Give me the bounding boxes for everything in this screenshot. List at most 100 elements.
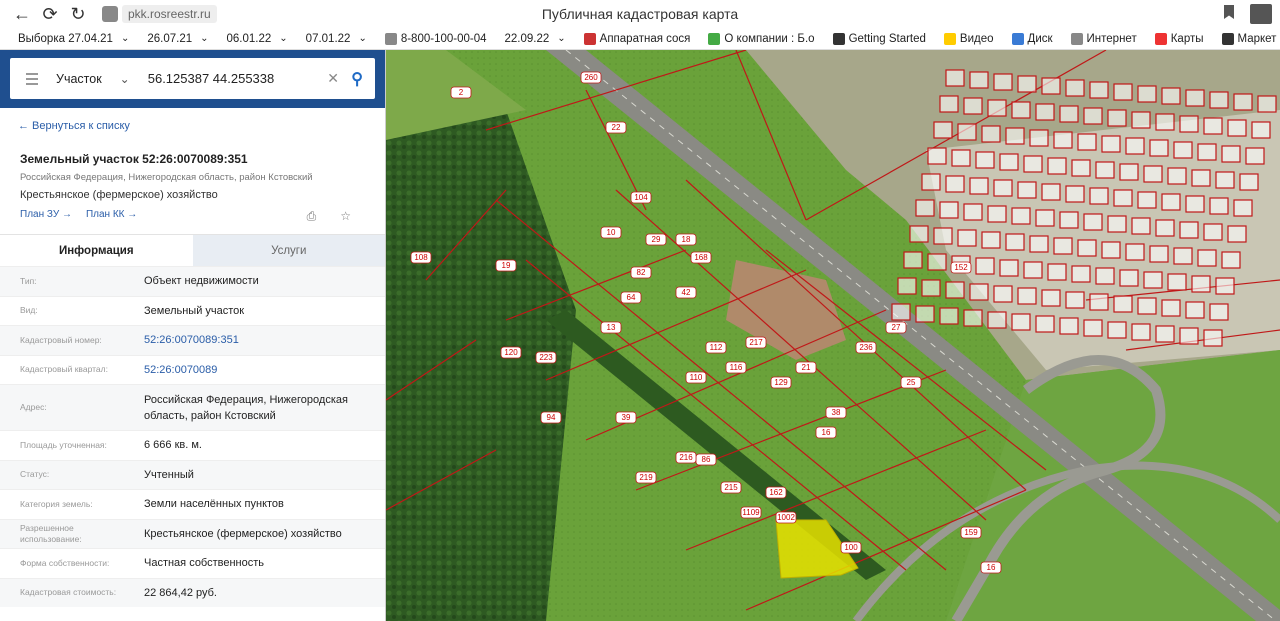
chevron-down-icon[interactable]: ⌄	[120, 72, 130, 86]
village-plot[interactable]	[1071, 265, 1091, 283]
village-plot[interactable]	[1131, 217, 1151, 235]
village-plot[interactable]	[993, 285, 1013, 303]
village-plot[interactable]	[1011, 207, 1031, 225]
tab-information[interactable]: Информация	[0, 235, 193, 266]
village-plot[interactable]	[1101, 135, 1121, 153]
detail-link[interactable]: 52:26:0070089:351	[124, 332, 385, 348]
village-plot[interactable]	[1215, 277, 1235, 295]
village-plot[interactable]	[927, 147, 947, 165]
village-plot[interactable]	[1155, 219, 1175, 237]
bookmark-item[interactable]: Видео	[943, 32, 994, 45]
detail-link[interactable]: 52:26:0070089	[124, 362, 385, 378]
bookmark-item[interactable]: Карты	[1154, 32, 1204, 45]
village-plot[interactable]	[1005, 233, 1025, 251]
village-plot[interactable]	[1089, 293, 1109, 311]
village-plot[interactable]	[891, 303, 911, 321]
village-plot[interactable]	[1221, 145, 1241, 163]
village-plot[interactable]	[1083, 107, 1103, 125]
village-plot[interactable]	[981, 125, 1001, 143]
village-plot[interactable]	[1023, 261, 1043, 279]
village-plot[interactable]	[1197, 249, 1217, 267]
village-plot[interactable]	[1113, 295, 1133, 313]
village-plot[interactable]	[1017, 75, 1037, 93]
village-plot[interactable]	[1197, 143, 1217, 161]
village-plot[interactable]	[1161, 299, 1181, 317]
village-plot[interactable]	[1215, 171, 1235, 189]
village-plot[interactable]	[1131, 111, 1151, 129]
bookmark-item[interactable]: Диск	[1011, 32, 1053, 45]
search-type-select[interactable]: Участок	[56, 72, 102, 86]
village-plot[interactable]	[981, 231, 1001, 249]
village-plot[interactable]	[1161, 193, 1181, 211]
village-plot[interactable]	[1119, 269, 1139, 287]
village-plot[interactable]	[1233, 93, 1253, 111]
village-plot[interactable]	[1101, 241, 1121, 259]
village-plot[interactable]	[1173, 141, 1193, 159]
bookmark-item[interactable]: 26.07.21 ⌄	[147, 33, 208, 45]
village-plot[interactable]	[1209, 197, 1229, 215]
village-plot[interactable]	[1143, 271, 1163, 289]
village-plot[interactable]	[1179, 221, 1199, 239]
village-plot[interactable]	[1089, 187, 1109, 205]
village-plot[interactable]	[1107, 321, 1127, 339]
village-plot[interactable]	[1179, 327, 1199, 345]
print-icon[interactable]: ⎙	[307, 209, 317, 224]
tab-services[interactable]: Услуги	[192, 235, 385, 266]
village-plot[interactable]	[1203, 329, 1223, 347]
village-plot[interactable]	[1059, 317, 1079, 335]
village-plot[interactable]	[1065, 79, 1085, 97]
plan-zu-link[interactable]: План ЗУ →	[20, 209, 72, 220]
village-plot[interactable]	[909, 225, 929, 243]
village-plot[interactable]	[987, 311, 1007, 329]
village-plot[interactable]	[933, 227, 953, 245]
village-plot[interactable]	[1083, 213, 1103, 231]
village-plot[interactable]	[1155, 113, 1175, 131]
village-plot[interactable]	[1203, 223, 1223, 241]
village-plot[interactable]	[1179, 115, 1199, 133]
village-plot[interactable]	[1077, 133, 1097, 151]
village-plot[interactable]	[1221, 251, 1241, 269]
village-plot[interactable]	[1191, 275, 1211, 293]
village-plot[interactable]	[1185, 89, 1205, 107]
village-plot[interactable]	[1071, 159, 1091, 177]
village-plot[interactable]	[1095, 267, 1115, 285]
bookmark-item[interactable]: 07.01.22 ⌄	[306, 33, 367, 45]
village-plot[interactable]	[1047, 263, 1067, 281]
village-plot[interactable]	[945, 69, 965, 87]
village-plot[interactable]	[1035, 103, 1055, 121]
village-plot[interactable]	[1011, 313, 1031, 331]
village-plot[interactable]	[957, 123, 977, 141]
village-plot[interactable]	[1065, 185, 1085, 203]
village-plot[interactable]	[1035, 315, 1055, 333]
village-plot[interactable]	[1185, 301, 1205, 319]
clear-icon[interactable]: ✕	[327, 70, 339, 87]
village-plot[interactable]	[1137, 85, 1157, 103]
bookmark-item[interactable]: 22.09.22 ⌄	[505, 33, 566, 45]
village-plot[interactable]	[1011, 101, 1031, 119]
back-to-list-link[interactable]: ← Вернуться к списку	[18, 120, 385, 132]
village-plot[interactable]	[1137, 297, 1157, 315]
village-plot[interactable]	[1233, 199, 1253, 217]
star-icon[interactable]: ☆	[340, 209, 351, 224]
bookmark-item[interactable]: Маркет	[1221, 32, 1276, 45]
url-text[interactable]: pkk.rosreestr.ru	[122, 5, 217, 23]
village-plot[interactable]	[1239, 173, 1259, 191]
village-plot[interactable]	[915, 305, 935, 323]
village-plot[interactable]	[975, 151, 995, 169]
bookmark-item[interactable]: 8-800-100-00-04	[384, 32, 487, 45]
village-plot[interactable]	[933, 121, 953, 139]
village-plot[interactable]	[1209, 303, 1229, 321]
village-plot[interactable]	[1029, 129, 1049, 147]
village-plot[interactable]	[1041, 77, 1061, 95]
search-icon[interactable]: ⚲	[351, 69, 363, 89]
village-plot[interactable]	[1119, 163, 1139, 181]
village-plot[interactable]	[1053, 237, 1073, 255]
village-plot[interactable]	[1125, 243, 1145, 261]
village-plot[interactable]	[1059, 105, 1079, 123]
menu-icon[interactable]	[1250, 4, 1272, 24]
village-plot[interactable]	[1149, 245, 1169, 263]
village-plot[interactable]	[969, 283, 989, 301]
village-plot[interactable]	[1161, 87, 1181, 105]
village-plot[interactable]	[1023, 155, 1043, 173]
hamburger-menu-icon[interactable]	[26, 70, 38, 88]
